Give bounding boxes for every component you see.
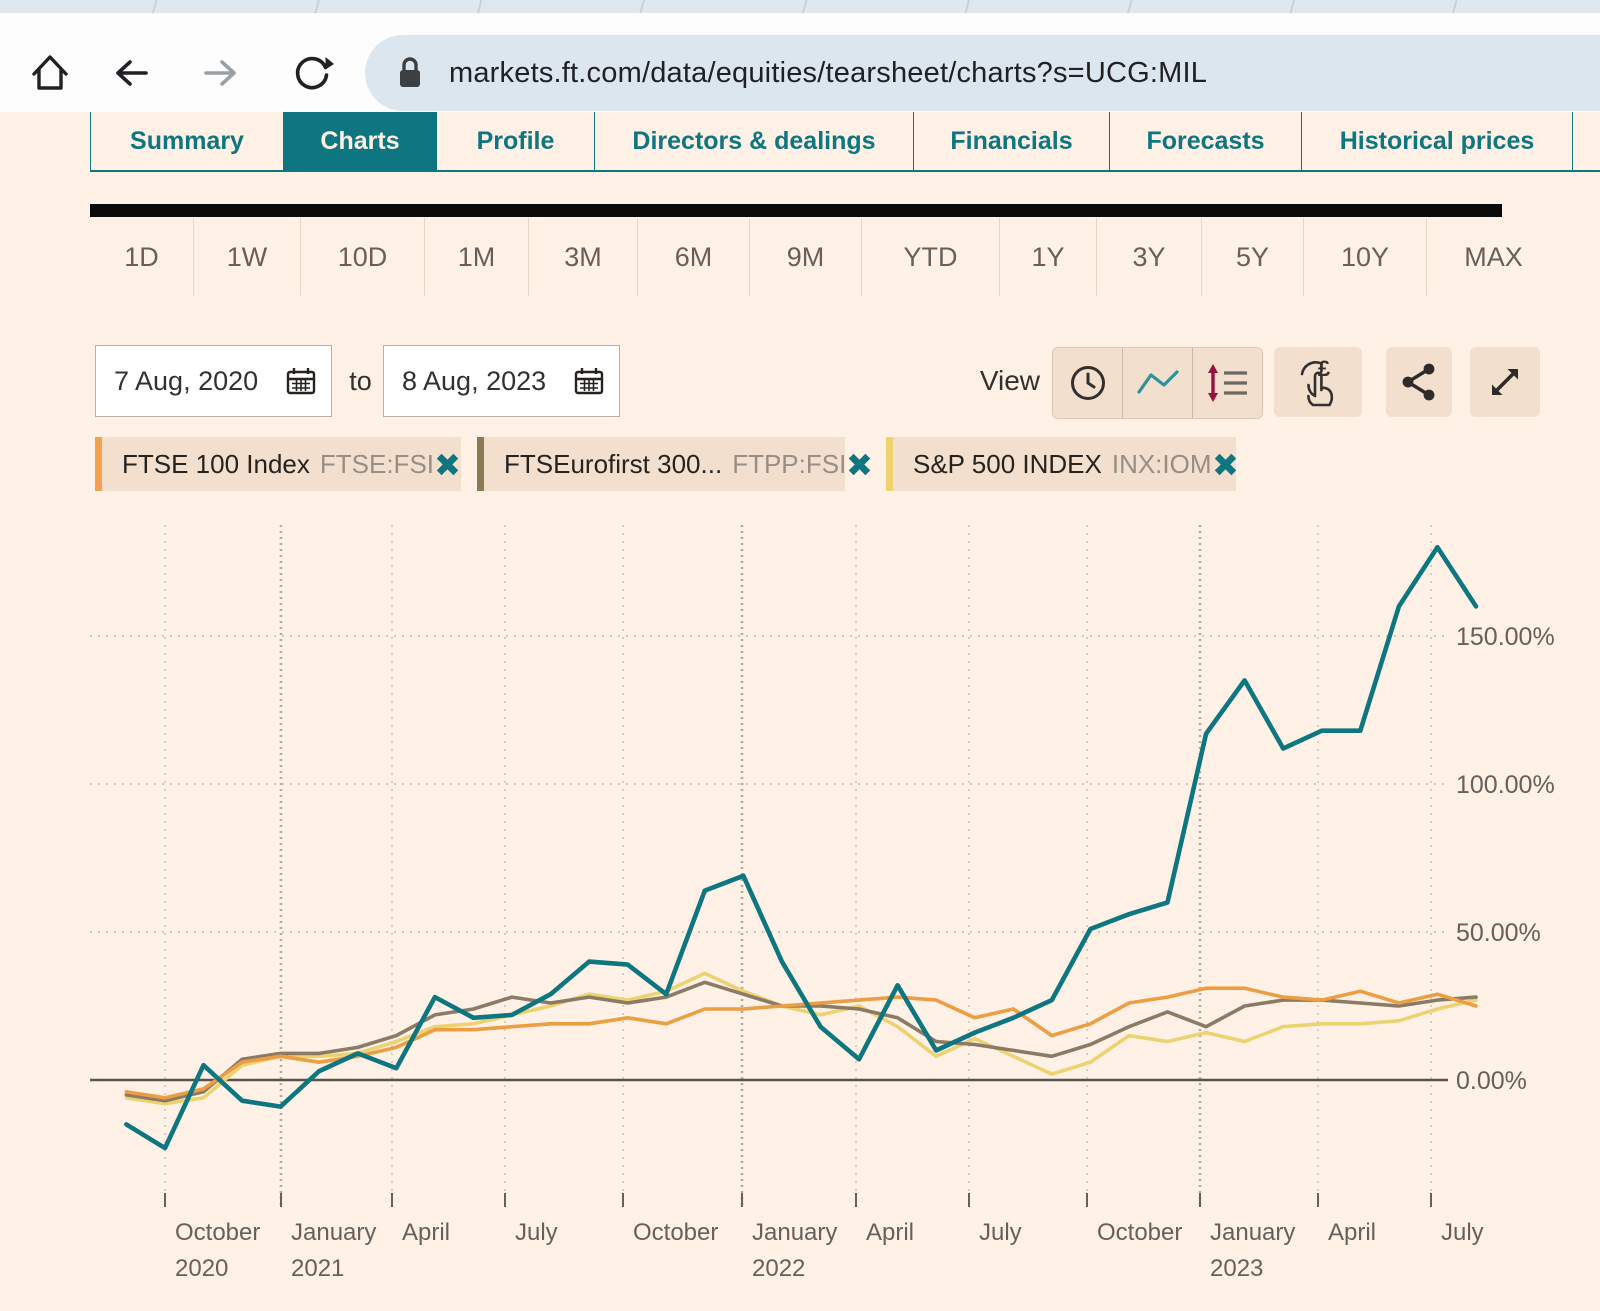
- range-button-3y[interactable]: 3Y: [1097, 218, 1202, 296]
- range-button-ytd[interactable]: YTD: [862, 218, 1000, 296]
- divider-bar: [90, 204, 1502, 217]
- tab-historical-prices[interactable]: Historical prices: [1301, 112, 1573, 170]
- svg-text:£: £: [1318, 356, 1331, 381]
- tab-forecasts[interactable]: Forecasts: [1109, 112, 1301, 170]
- tab-financials[interactable]: Financials: [913, 112, 1109, 170]
- series-line-ucg: [126, 547, 1476, 1148]
- comparison-chip-ftse-fsi[interactable]: FTSE 100 Index FTSE:FSI: [95, 437, 461, 491]
- end-date-value: 8 Aug, 2023: [402, 366, 573, 397]
- remove-chip-icon[interactable]: [434, 451, 461, 478]
- clock-icon: [1066, 361, 1110, 405]
- line-chart-icon: [1134, 361, 1182, 405]
- levels-view-button[interactable]: [1193, 348, 1262, 418]
- chip-color-bar: [95, 437, 102, 491]
- chip-name: S&P 500 INDEX: [913, 449, 1102, 480]
- x-tick-label: January: [1210, 1219, 1295, 1246]
- calendar-icon: [573, 365, 605, 397]
- forward-icon[interactable]: [198, 51, 242, 95]
- time-range-bar: 1D1W10D1M3M6M9MYTD1Y3Y5Y10YMAX: [90, 218, 1560, 296]
- tab-summary[interactable]: Summary: [90, 112, 283, 170]
- time-view-button[interactable]: [1053, 348, 1123, 418]
- x-tick-label: July: [979, 1219, 1022, 1246]
- tab-directors-dealings[interactable]: Directors & dealings: [594, 112, 913, 170]
- price-inspect-button[interactable]: £: [1274, 347, 1362, 417]
- y-tick-label: 150.00%: [1456, 623, 1555, 651]
- y-tick-label: 100.00%: [1456, 771, 1555, 799]
- home-icon[interactable]: [28, 51, 72, 95]
- page: markets.ft.com/data/equities/tearsheet/c…: [0, 0, 1600, 1311]
- to-label: to: [338, 345, 383, 417]
- x-tick-year-label: 2023: [1210, 1255, 1263, 1282]
- share-button[interactable]: [1386, 347, 1452, 417]
- range-button-9m[interactable]: 9M: [750, 218, 862, 296]
- x-tick-label: January: [291, 1219, 376, 1246]
- x-tick-label: April: [866, 1219, 914, 1246]
- chip-name: FTSE 100 Index: [122, 449, 310, 480]
- chip-color-bar: [477, 437, 484, 491]
- comparison-chip-inx-iom[interactable]: S&P 500 INDEX INX:IOM: [886, 437, 1236, 491]
- range-button-1w[interactable]: 1W: [194, 218, 301, 296]
- range-button-1m[interactable]: 1M: [425, 218, 529, 296]
- x-tick-year-label: 2020: [175, 1255, 228, 1282]
- x-tick-label: October: [633, 1219, 718, 1246]
- fullscreen-button[interactable]: [1470, 347, 1540, 417]
- y-tick-label: 0.00%: [1456, 1067, 1527, 1095]
- range-button-5y[interactable]: 5Y: [1202, 218, 1304, 296]
- expand-icon: [1482, 359, 1528, 405]
- nav-tabs: SummaryChartsProfileDirectors & dealings…: [90, 112, 1600, 172]
- x-tick-label: April: [1328, 1219, 1376, 1246]
- lock-icon[interactable]: [393, 54, 427, 92]
- y-tick-label: 50.00%: [1456, 919, 1541, 947]
- reload-icon[interactable]: [290, 51, 334, 95]
- x-tick-label: July: [515, 1219, 558, 1246]
- x-tick-year-label: 2022: [752, 1255, 805, 1282]
- x-tick-label: October: [175, 1219, 260, 1246]
- series-line-ftse100: [126, 988, 1476, 1098]
- x-tick-label: January: [752, 1219, 837, 1246]
- range-button-3m[interactable]: 3M: [529, 218, 638, 296]
- chip-name: FTSEurofirst 300...: [504, 449, 722, 480]
- end-date-input[interactable]: 8 Aug, 2023: [383, 345, 620, 417]
- browser-tab-strip[interactable]: [0, 0, 1600, 13]
- url-bar[interactable]: markets.ft.com/data/equities/tearsheet/c…: [365, 35, 1600, 111]
- remove-chip-icon[interactable]: [846, 451, 873, 478]
- levels-icon: [1204, 360, 1252, 406]
- range-button-6m[interactable]: 6M: [638, 218, 750, 296]
- url-text: markets.ft.com/data/equities/tearsheet/c…: [449, 57, 1207, 90]
- tab-charts[interactable]: Charts: [283, 112, 436, 170]
- range-button-10y[interactable]: 10Y: [1304, 218, 1427, 296]
- chip-color-bar: [886, 437, 893, 491]
- x-tick-label: July: [1441, 1219, 1484, 1246]
- tap-pound-icon: £: [1292, 356, 1344, 408]
- price-chart[interactable]: October 2020 January 2021 April July October Ja…: [0, 505, 1600, 1311]
- x-tick-label: October: [1097, 1219, 1182, 1246]
- tab-profile[interactable]: Profile: [436, 112, 594, 170]
- share-icon: [1396, 359, 1442, 405]
- remove-chip-icon[interactable]: [1212, 451, 1239, 478]
- range-button-10d[interactable]: 10D: [301, 218, 425, 296]
- back-icon[interactable]: [110, 51, 154, 95]
- range-button-1y[interactable]: 1Y: [1000, 218, 1097, 296]
- range-button-1d[interactable]: 1D: [90, 218, 194, 296]
- chip-symbol: INX:IOM: [1112, 449, 1212, 480]
- chip-symbol: FTSE:FSI: [320, 449, 434, 480]
- line-chart-view-button[interactable]: [1123, 348, 1193, 418]
- view-toggle-group: [1052, 347, 1263, 419]
- comparison-chip-ftpp-fsi[interactable]: FTSEurofirst 300... FTPP:FSI: [477, 437, 845, 491]
- view-label: View: [960, 345, 1040, 417]
- browser-toolbar: markets.ft.com/data/equities/tearsheet/c…: [0, 13, 1600, 112]
- start-date-input[interactable]: 7 Aug, 2020: [95, 345, 332, 417]
- x-tick-label: April: [402, 1219, 450, 1246]
- x-tick-year-label: 2021: [291, 1255, 344, 1282]
- start-date-value: 7 Aug, 2020: [114, 366, 285, 397]
- series-line-eurofirst: [126, 982, 1476, 1100]
- calendar-icon: [285, 365, 317, 397]
- range-button-max[interactable]: MAX: [1427, 218, 1560, 296]
- chip-symbol: FTPP:FSI: [732, 449, 846, 480]
